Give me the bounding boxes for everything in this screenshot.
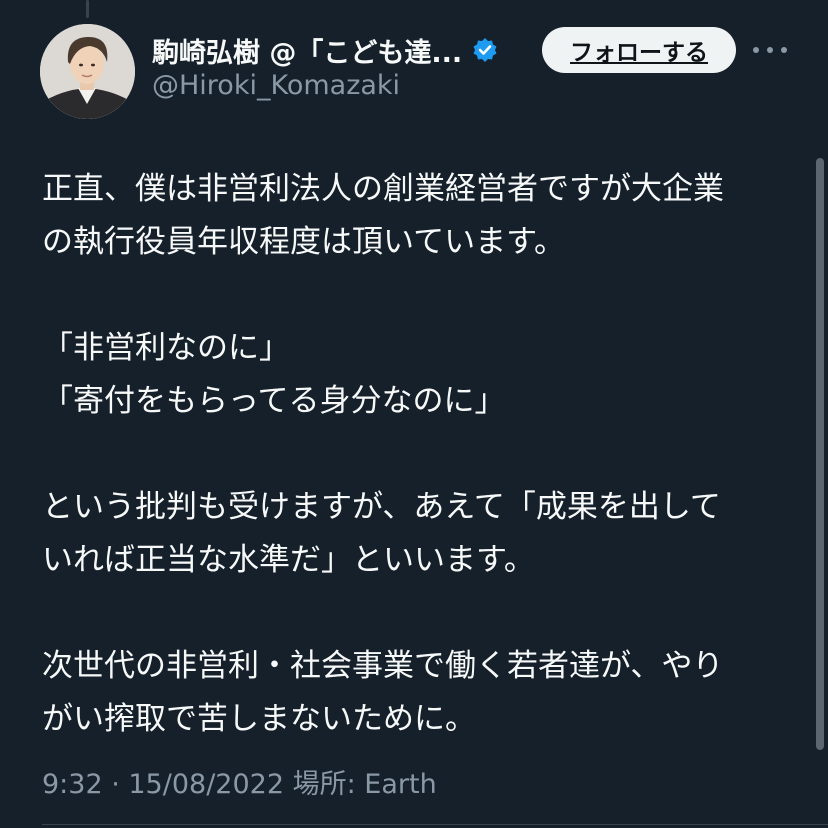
divider xyxy=(42,824,828,825)
tweet-text: 正直、僕は非営利法人の創業経営者ですが大企業 の執行役員年収程度は頂いています。… xyxy=(42,163,802,746)
tweet-location: 場所: Earth xyxy=(292,769,437,800)
tweet-line: の執行役員年収程度は頂いています。 xyxy=(42,224,565,260)
author-handle[interactable]: @Hiroki_Komazaki xyxy=(152,70,400,101)
tweet-line: 「寄付をもらってる身分なのに」 xyxy=(42,383,506,419)
tweet-timestamp[interactable]: 9:32 · 15/08/2022 xyxy=(42,769,284,800)
avatar[interactable] xyxy=(40,24,135,119)
author-display-name[interactable]: 駒崎弘樹 @「こども達... xyxy=(152,31,462,70)
tweet-line: がい搾取で苦しまないために。 xyxy=(42,701,476,737)
author-name-row: 駒崎弘樹 @「こども達... xyxy=(152,30,498,70)
scrollbar[interactable] xyxy=(816,158,824,750)
tweet-line: 「非営利なのに」 xyxy=(42,330,290,366)
thread-connector-line xyxy=(86,0,89,18)
tweet-metadata: 9:32 · 15/08/2022 場所: Earth xyxy=(42,762,437,801)
tweet-line: という批判も受けますが、あえて「成果を出して xyxy=(42,489,721,525)
more-options-icon[interactable] xyxy=(753,36,787,64)
tweet-line: 正直、僕は非営利法人の創業経営者ですが大企業 xyxy=(42,171,724,207)
avatar-photo xyxy=(40,24,135,119)
tweet-line: 次世代の非営利・社会事業で働く若者達が、やり xyxy=(42,648,724,684)
verified-badge-icon xyxy=(472,37,498,63)
follow-button[interactable]: フォローする xyxy=(542,27,736,73)
tweet-line: いれば正当な水準だ」といいます。 xyxy=(42,542,535,578)
